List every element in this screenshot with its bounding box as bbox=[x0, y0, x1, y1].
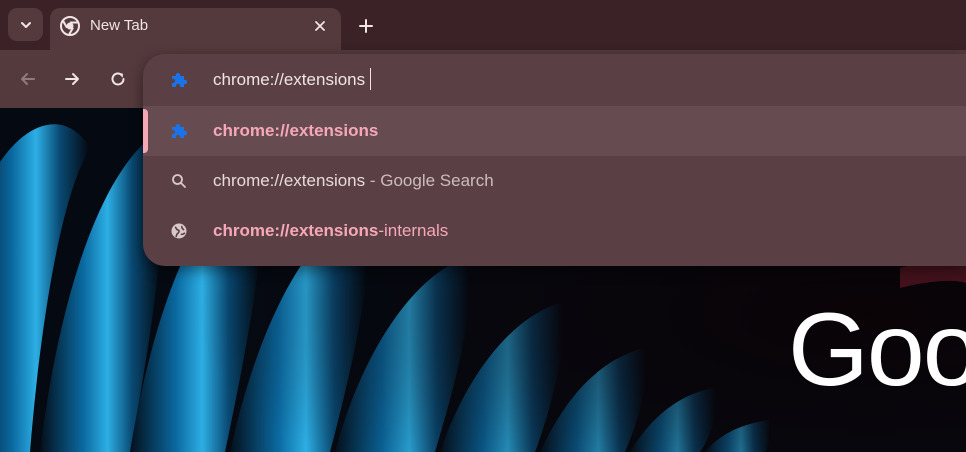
chrome-logo-icon bbox=[60, 16, 80, 36]
puzzle-piece-icon bbox=[169, 70, 189, 90]
suggestion-rest: - Google Search bbox=[365, 171, 494, 190]
selection-indicator bbox=[143, 109, 148, 153]
omnibox-suggestion-url[interactable]: chrome://extensions-internals bbox=[143, 206, 966, 256]
chevron-down-icon bbox=[20, 21, 31, 28]
tab-new-tab[interactable]: New Tab bbox=[50, 8, 341, 50]
omnibox-input-row[interactable] bbox=[143, 54, 966, 106]
suggestion-match: chrome://extensions bbox=[213, 121, 379, 140]
close-icon bbox=[315, 21, 325, 31]
omnibox-suggestion-search[interactable]: chrome://extensions - Google Search bbox=[143, 156, 966, 206]
arrow-left-icon bbox=[21, 73, 35, 85]
suggestion-text: chrome://extensions-internals bbox=[213, 221, 448, 241]
tab-search-button[interactable] bbox=[8, 8, 43, 41]
tab-strip: New Tab bbox=[0, 0, 966, 50]
tab-title: New Tab bbox=[90, 17, 149, 34]
new-tab-button[interactable] bbox=[352, 12, 380, 40]
search-icon bbox=[169, 171, 189, 191]
plus-icon bbox=[359, 19, 373, 33]
back-button[interactable] bbox=[13, 64, 43, 94]
omnibox-suggestion-extension[interactable]: chrome://extensions bbox=[143, 106, 966, 156]
puzzle-piece-icon bbox=[169, 121, 189, 141]
text-caret bbox=[370, 68, 371, 90]
omnibox-popup: chrome://extensions chrome://extensions … bbox=[143, 54, 966, 266]
forward-button[interactable] bbox=[57, 64, 87, 94]
suggestion-text: chrome://extensions - Google Search bbox=[213, 171, 494, 191]
reload-button[interactable] bbox=[103, 64, 133, 94]
suggestion-rest: -internals bbox=[378, 221, 449, 240]
arrow-right-icon bbox=[65, 73, 79, 85]
google-logo: Goo bbox=[788, 292, 966, 408]
address-bar-input[interactable] bbox=[213, 67, 913, 93]
suggestion-match: chrome://extensions bbox=[213, 221, 379, 240]
suggestion-text: chrome://extensions bbox=[213, 121, 378, 141]
reload-icon bbox=[111, 72, 125, 86]
globe-icon bbox=[169, 221, 189, 241]
suggestion-match: chrome://extensions bbox=[213, 171, 366, 190]
tab-close-button[interactable] bbox=[309, 15, 331, 37]
